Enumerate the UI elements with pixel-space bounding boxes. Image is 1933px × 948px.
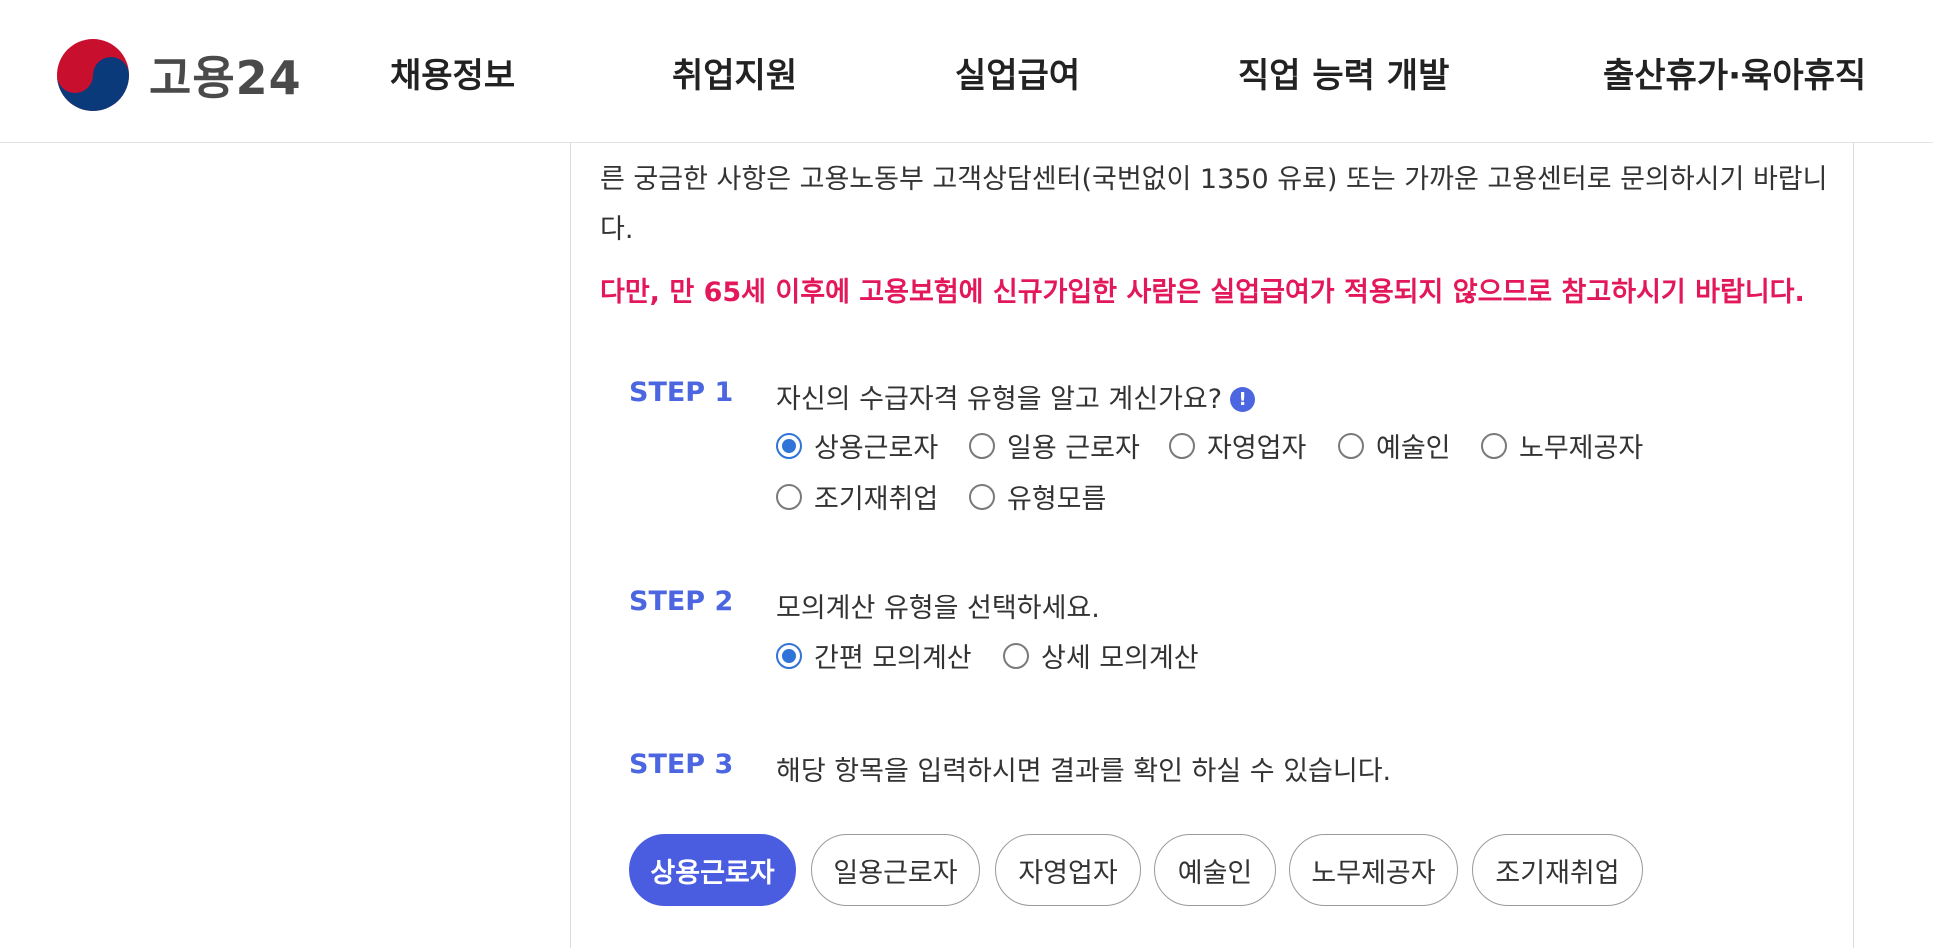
radio-label: 조기재취업 — [814, 484, 939, 515]
radio-unchecked-icon[interactable] — [1338, 432, 1364, 459]
radio-regular-worker[interactable]: 상용근로자 — [776, 426, 938, 465]
radio-type-unknown[interactable]: 유형모름 — [969, 477, 1106, 516]
radio-label: 상세 모의계산 — [1041, 643, 1199, 674]
step3-title: 해당 항목을 입력하시면 결과를 확인 하실 수 있습니다. — [776, 756, 1392, 787]
tab-daily-worker[interactable]: 일용근로자 — [811, 834, 980, 906]
nav-item-unemployment-benefit[interactable]: 실업급여 — [955, 48, 1080, 97]
nav-item-skills-development[interactable]: 직업 능력 개발 — [1238, 48, 1449, 97]
radio-labor-provider[interactable]: 노무제공자 — [1481, 426, 1643, 465]
step1-title-wrap: 자신의 수급자격 유형을 알고 계신가요?! — [776, 377, 1256, 416]
radio-label: 간편 모의계산 — [814, 643, 972, 674]
step2-title: 모의계산 유형을 선택하세요. — [776, 593, 1100, 624]
radio-label: 상용근로자 — [814, 433, 939, 464]
radio-checked-icon[interactable] — [776, 432, 802, 459]
step1-title: 자신의 수급자격 유형을 알고 계신가요? — [776, 384, 1223, 415]
radio-unchecked-icon[interactable] — [969, 483, 995, 510]
content-card — [570, 143, 1854, 948]
radio-label: 노무제공자 — [1519, 433, 1644, 464]
step2-label: STEP 2 — [629, 586, 734, 617]
radio-self-employed[interactable]: 자영업자 — [1169, 426, 1306, 465]
warning-text: 다만, 만 65세 이후에 고용보험에 신규가입한 사람은 실업급여가 적용되지… — [600, 277, 1805, 308]
radio-detailed-calc[interactable]: 상세 모의계산 — [1003, 636, 1199, 675]
radio-early-reemployment[interactable]: 조기재취업 — [776, 477, 938, 516]
tab-regular-worker[interactable]: 상용근로자 — [629, 834, 796, 906]
tab-labor-provider[interactable]: 노무제공자 — [1289, 834, 1458, 906]
radio-unchecked-icon[interactable] — [1169, 432, 1195, 459]
logo-text: 고용24 — [149, 51, 302, 105]
radio-label: 예술인 — [1376, 433, 1451, 464]
radio-artist[interactable]: 예술인 — [1338, 426, 1451, 465]
radio-label: 유형모름 — [1007, 484, 1107, 515]
site-logo[interactable]: 고용24 — [55, 37, 302, 113]
radio-checked-icon[interactable] — [776, 642, 802, 669]
notice-text: 른 궁금한 사항은 고용노동부 고객상담센터(국번없이 1350 유료) 또는 … — [600, 164, 1828, 245]
radio-unchecked-icon[interactable] — [1481, 432, 1507, 459]
tab-early-reemployment[interactable]: 조기재취업 — [1472, 834, 1643, 906]
nav-item-parental-leave[interactable]: 출산휴가·육아휴직 — [1603, 48, 1866, 97]
tab-artist[interactable]: 예술인 — [1154, 834, 1276, 906]
radio-unchecked-icon[interactable] — [1003, 642, 1029, 669]
step1-label: STEP 1 — [629, 377, 734, 408]
radio-unchecked-icon[interactable] — [969, 432, 995, 459]
radio-label: 자영업자 — [1207, 433, 1307, 464]
site-header: 고용24 채용정보 취업지원 실업급여 직업 능력 개발 출산휴가·육아휴직 — [0, 0, 1933, 143]
tab-self-employed[interactable]: 자영업자 — [995, 834, 1141, 906]
radio-daily-worker[interactable]: 일용 근로자 — [969, 426, 1140, 465]
nav-item-jobs[interactable]: 채용정보 — [390, 48, 515, 97]
step3-label: STEP 3 — [629, 749, 734, 780]
taegeuk-logo-icon — [57, 39, 129, 111]
nav-item-employment-support[interactable]: 취업지원 — [672, 48, 797, 97]
radio-simple-calc[interactable]: 간편 모의계산 — [776, 636, 972, 675]
info-icon[interactable]: ! — [1230, 387, 1256, 412]
radio-unchecked-icon[interactable] — [776, 483, 802, 510]
radio-label: 일용 근로자 — [1007, 433, 1140, 464]
